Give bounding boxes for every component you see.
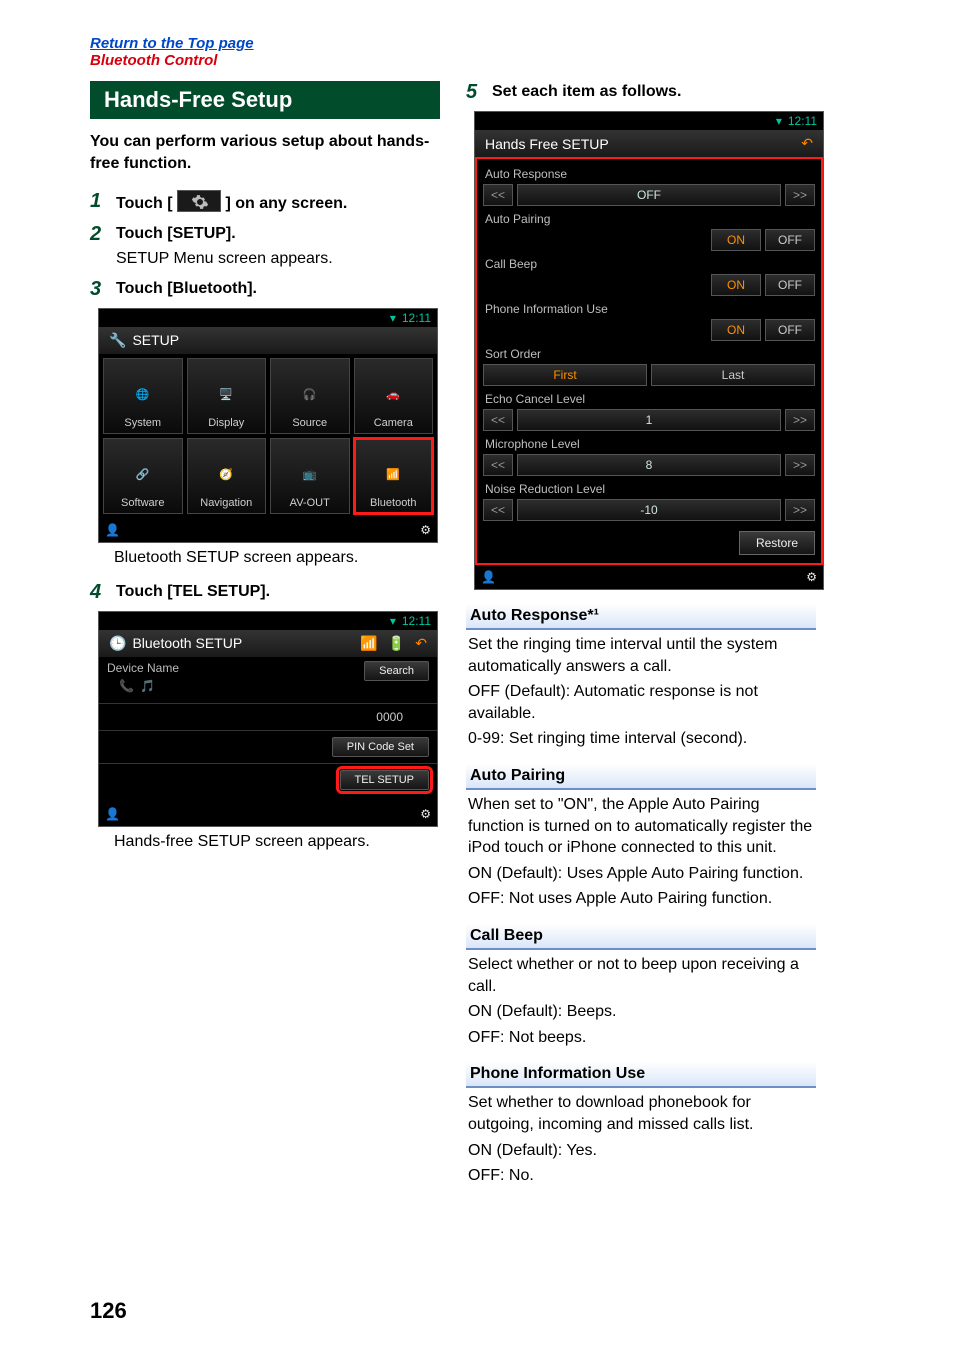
sort-first[interactable]: First	[483, 364, 647, 386]
clock-text: 12:11	[788, 114, 817, 128]
auto-pairing-on[interactable]: ON	[711, 229, 761, 251]
clock-text: 12:11	[402, 614, 431, 628]
step-4-title: Touch [TEL SETUP].	[116, 581, 440, 603]
mic-increase[interactable]: >>	[785, 454, 815, 476]
echo-increase[interactable]: >>	[785, 409, 815, 431]
intro-text: You can perform various setup about hand…	[90, 131, 440, 174]
auto-response-desc: Set the ringing time interval until the …	[468, 634, 814, 677]
echo-decrease[interactable]: <<	[483, 409, 513, 431]
step-1-text: Touch [ ] on any screen.	[116, 190, 440, 215]
tel-setup-button[interactable]: TEL SETUP	[340, 770, 430, 790]
noise-value: -10	[517, 499, 781, 521]
phone-icon: 📞	[119, 679, 134, 693]
auto-response-value: OFF	[517, 184, 781, 206]
sort-order-label: Sort Order	[483, 344, 815, 364]
auto-pairing-desc: When set to "ON", the Apple Auto Pairing…	[468, 794, 814, 859]
gear-footer-icon[interactable]: ⚙	[806, 570, 817, 584]
setup-camera[interactable]: 🚗Camera	[354, 358, 434, 434]
user-icon[interactable]: 👤	[105, 523, 120, 537]
bluetooth-icon: 🕒	[109, 635, 126, 652]
setup-software[interactable]: 🔗Software	[103, 438, 183, 514]
back-icon[interactable]: ↶	[801, 135, 813, 152]
mic-label: Microphone Level	[483, 434, 815, 454]
step-3-title: Touch [Bluetooth].	[116, 278, 440, 300]
setup-avout[interactable]: 📺AV-OUT	[270, 438, 350, 514]
noise-decrease[interactable]: <<	[483, 499, 513, 521]
phone-info-heading: Phone Information Use	[466, 1062, 816, 1088]
section-header: Hands-Free Setup	[90, 81, 440, 119]
hands-free-setup-screen: ▾ 12:11 Hands Free SETUP ↶ Auto Response…	[474, 111, 824, 590]
setup-source[interactable]: 🎧Source	[270, 358, 350, 434]
step-4-number: 4	[90, 581, 108, 603]
call-beep-off[interactable]: OFF	[765, 274, 815, 296]
signal-icon: 📶	[360, 635, 377, 652]
echo-label: Echo Cancel Level	[483, 389, 815, 409]
auto-pairing-heading: Auto Pairing	[466, 764, 816, 790]
auto-response-heading: Auto Response*¹	[466, 604, 816, 630]
step-2-title: Touch [SETUP].	[116, 223, 440, 245]
battery-icon: 🔋	[388, 635, 405, 652]
user-icon[interactable]: 👤	[481, 570, 496, 584]
setup-display[interactable]: 🖥️Display	[187, 358, 267, 434]
phone-info-on[interactable]: ON	[711, 319, 761, 341]
auto-pairing-off[interactable]: OFF	[765, 229, 815, 251]
setup-navigation[interactable]: 🧭Navigation	[187, 438, 267, 514]
return-top-link[interactable]: Return to the Top page	[90, 35, 864, 52]
mic-value: 8	[517, 454, 781, 476]
call-beep-heading: Call Beep	[466, 924, 816, 950]
setup-heading: SETUP	[132, 332, 179, 348]
back-icon[interactable]: ↶	[415, 635, 427, 652]
phone-info-off[interactable]: OFF	[765, 319, 815, 341]
noise-label: Noise Reduction Level	[483, 479, 815, 499]
phone-info-label: Phone Information Use	[483, 299, 815, 319]
restore-button[interactable]: Restore	[739, 531, 815, 555]
bt-status-icon: ▾	[390, 614, 396, 628]
setup-screen: ▾ 12:11 🔧 SETUP 🌐System 🖥️Display 🎧Sourc…	[98, 308, 438, 543]
step-5-title: Set each item as follows.	[492, 81, 816, 103]
page-number: 126	[90, 1298, 127, 1324]
bt-status-icon: ▾	[776, 114, 782, 128]
gear-footer-icon[interactable]: ⚙	[420, 807, 431, 821]
bt-setup-heading: Bluetooth SETUP	[132, 635, 242, 651]
setup-system[interactable]: 🌐System	[103, 358, 183, 434]
device-name-label: Device Name	[107, 661, 179, 675]
hf-caption: Hands-free SETUP screen appears.	[114, 833, 440, 851]
call-beep-label: Call Beep	[483, 254, 815, 274]
phone-info-desc: Set whether to download phonebook for ou…	[468, 1092, 814, 1135]
bluetooth-control-link: Bluetooth Control	[90, 52, 864, 69]
echo-value: 1	[517, 409, 781, 431]
step-5-number: 5	[466, 81, 484, 103]
auto-response-label: Auto Response	[483, 164, 815, 184]
user-icon[interactable]: 👤	[105, 807, 120, 821]
pin-code-button[interactable]: PIN Code Set	[332, 737, 429, 757]
bt-caption: Bluetooth SETUP screen appears.	[114, 549, 440, 567]
search-button[interactable]: Search	[364, 661, 429, 681]
gear-footer-icon[interactable]: ⚙	[420, 523, 431, 537]
wrench-icon: 🔧	[109, 332, 126, 349]
gear-icon	[177, 190, 221, 212]
mic-decrease[interactable]: <<	[483, 454, 513, 476]
sort-last[interactable]: Last	[651, 364, 815, 386]
auto-response-increase[interactable]: >>	[785, 184, 815, 206]
call-beep-on[interactable]: ON	[711, 274, 761, 296]
music-icon: 🎵	[140, 679, 155, 693]
step-3-number: 3	[90, 278, 108, 300]
setup-bluetooth[interactable]: 📶Bluetooth	[354, 438, 434, 514]
auto-response-decrease[interactable]: <<	[483, 184, 513, 206]
noise-increase[interactable]: >>	[785, 499, 815, 521]
clock-text: 12:11	[402, 311, 431, 325]
bluetooth-setup-screen: ▾ 12:11 🕒 Bluetooth SETUP 📶 🔋 ↶ Device N…	[98, 611, 438, 827]
step-2-number: 2	[90, 223, 108, 270]
bt-status-icon: ▾	[390, 311, 396, 325]
step-1-number: 1	[90, 190, 108, 215]
hf-setup-heading: Hands Free SETUP	[485, 136, 609, 152]
auto-pairing-label: Auto Pairing	[483, 209, 815, 229]
step-2-sub: SETUP Menu screen appears.	[116, 248, 440, 270]
call-beep-desc: Select whether or not to beep upon recei…	[468, 954, 814, 997]
pin-value: 0000	[376, 710, 429, 724]
